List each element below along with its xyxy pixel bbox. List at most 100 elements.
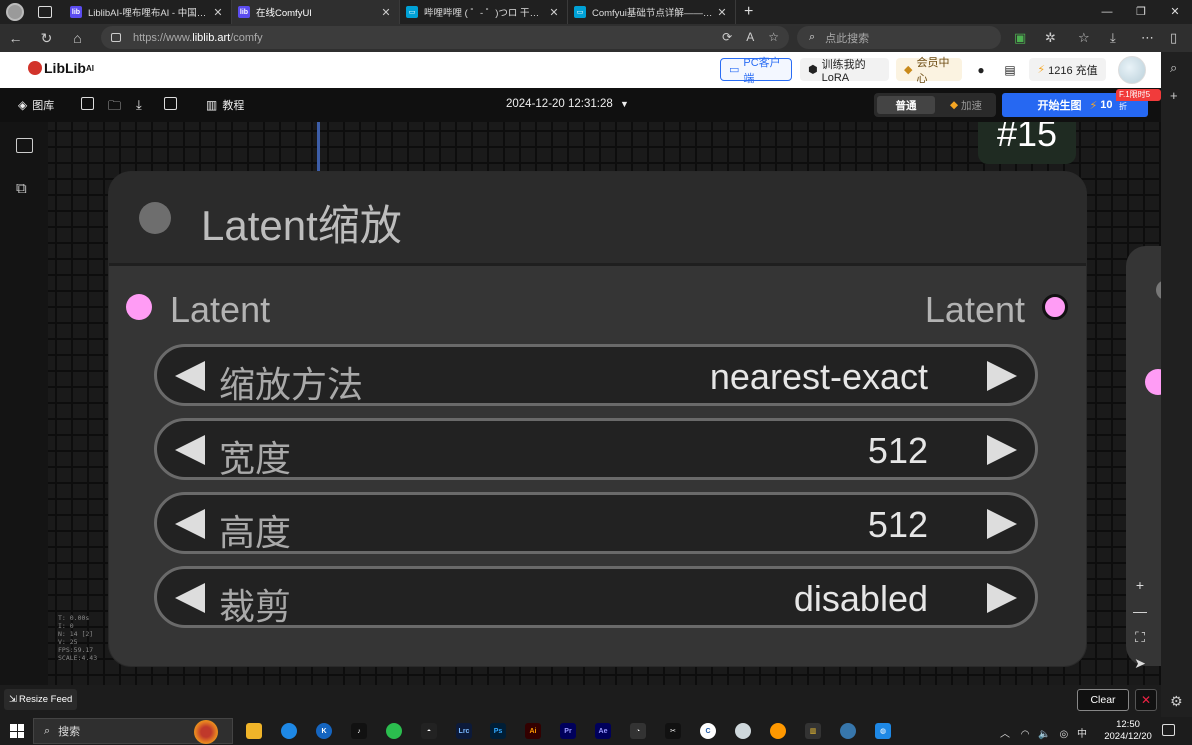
output-slot-dot[interactable] [1042,294,1068,320]
arrow-right-icon[interactable] [987,361,1017,391]
widget-height[interactable]: 高度 512 [154,492,1038,554]
browser-tab[interactable]: lib LiblibAI-哩布哩布AI - 中国领先的 ✕ [64,0,232,24]
export-button[interactable]: ⤓ [136,97,142,113]
collapse-dot-icon[interactable] [1156,280,1161,300]
restore-icon[interactable]: ❐ [1124,0,1158,24]
resize-feed-button[interactable]: ⇲ Resize Feed [4,689,78,710]
arrow-right-icon[interactable] [987,583,1017,613]
close-window-icon[interactable]: ✕ [1158,0,1192,24]
liblib-logo[interactable]: LibLib AI [28,60,94,76]
node-header[interactable]: Latent缩放 [109,172,1086,266]
python-icon[interactable] [840,723,856,739]
close-tab-icon[interactable]: ✕ [715,6,729,19]
tutorial-button[interactable]: ▥ 教程 [206,97,244,113]
arrow-right-icon[interactable] [987,509,1017,539]
qq-icon[interactable]: ◓ [421,723,437,739]
favorite-star-icon[interactable]: ☆ [768,30,779,44]
url-field[interactable]: https://www. liblib.art/comfy ⟳ A ☆ [101,26,789,49]
browser-tab-active[interactable]: lib 在线ComfyUI ✕ [232,0,400,24]
search-app-icon[interactable] [770,723,786,739]
read-aloud-icon[interactable]: A [746,30,754,44]
user-avatar[interactable] [1118,56,1146,84]
search-icon[interactable]: ⌕ [1170,60,1177,76]
favorites-icon[interactable]: ☆ [1078,30,1090,46]
collapse-dot-icon[interactable] [139,202,171,234]
node-canvas[interactable]: #15 Latent缩放 Latent Latent 缩放方法 nearest-… [48,122,1161,685]
close-tab-icon[interactable]: ✕ [379,6,393,19]
document-icon[interactable] [16,138,33,153]
message-icon[interactable]: ● [970,58,992,81]
illustrator-icon[interactable]: Ai [525,723,541,739]
extensions-puzzle-icon[interactable]: ✲ [1045,30,1056,46]
profile-avatar[interactable] [6,3,24,21]
latent-upscale-node[interactable]: Latent缩放 Latent Latent 缩放方法 nearest-exac… [109,172,1086,666]
widget-width[interactable]: 宽度 512 [154,418,1038,480]
ime-indicator[interactable]: 中 [1077,729,1087,740]
lightroom-icon[interactable]: Lrc [456,723,472,739]
widget-crop[interactable]: 裁剪 disabled [154,566,1038,628]
tiktok-icon[interactable]: ♪ [351,723,367,739]
pc-client-button[interactable]: ▭ PC客户端 [720,57,792,85]
sidebar-toggle-icon[interactable]: ▯ [1170,30,1177,46]
close-icon[interactable]: ✕ [1135,689,1157,711]
extension-icon[interactable]: ▣ [1014,30,1026,46]
file-explorer-icon[interactable] [246,723,262,739]
arrow-left-icon[interactable] [175,435,205,465]
cloud-app-icon[interactable] [735,723,751,739]
gear-icon[interactable]: ⚙ [1170,693,1183,710]
minimize-icon[interactable]: — [1090,0,1124,24]
input-slot-dot[interactable] [1145,369,1161,395]
system-clock[interactable]: 12:50 2024/12/20 [1102,719,1154,743]
credits-recharge-button[interactable]: ⚡ 1216 充值 [1029,58,1106,81]
zoom-out-icon[interactable]: — [1126,598,1154,624]
arrow-left-icon[interactable] [175,361,205,391]
browser-tab[interactable]: ▭ Comfyui基础节点详解——Latent ✕ [568,0,736,24]
more-menu-icon[interactable]: ⋯ [1141,30,1154,46]
folder-icon[interactable]: ▤ [999,58,1021,81]
new-tab-icon[interactable]: + [744,3,753,21]
notification-icon[interactable] [1162,724,1175,736]
tab-actions-icon[interactable] [38,6,52,18]
workflow-datetime-dropdown[interactable]: 2024-12-20 12:31:28 ▼ [506,98,629,110]
chevron-up-icon[interactable]: ︿ [1000,729,1010,740]
wifi-icon[interactable]: ◎ [1060,729,1069,740]
close-tab-icon[interactable]: ✕ [547,6,561,19]
fit-view-icon[interactable]: ⛶ [1126,624,1154,650]
member-center-button[interactable]: ◆ 会员中心 [896,57,962,85]
windows-start-icon[interactable] [10,724,24,738]
open-folder-button[interactable]: 🗀 [108,97,121,119]
premiere-icon[interactable]: Pr [560,723,576,739]
home-icon[interactable]: ⌂ [62,30,93,46]
back-icon[interactable]: ← [0,30,31,46]
save-button[interactable] [164,97,182,110]
network-icon[interactable]: ◠ [1021,729,1030,740]
new-file-button[interactable] [81,97,99,110]
browser-tab[interactable]: ▭ 哔哩哔哩 ( ゜- ゜)つロ 干杯~-bilib ✕ [400,0,568,24]
add-icon[interactable]: + [1170,88,1178,103]
blue-app-icon[interactable]: ◍ [875,723,891,739]
mode-normal-tab[interactable]: 普通 [877,96,935,114]
c4d-icon[interactable]: C [700,723,716,739]
site-icon[interactable]: ⟳ [722,30,732,44]
arrow-left-icon[interactable] [175,583,205,613]
volume-icon[interactable]: 🔈 [1038,729,1050,740]
davinci-icon[interactable]: ◔ [630,723,646,739]
mode-fast-tab[interactable]: ◆ 加速 [938,96,994,114]
k-app-icon[interactable]: K [316,723,332,739]
after-effects-icon[interactable]: Ae [595,723,611,739]
gallery-button[interactable]: ◈ 图库 [18,97,54,113]
refresh-icon[interactable]: ↻ [31,30,62,47]
wechat-icon[interactable] [386,723,402,739]
photoshop-icon[interactable]: Ps [490,723,506,739]
clear-button[interactable]: Clear [1077,689,1129,711]
node-tree-icon[interactable]: ⧉ [16,180,27,197]
close-tab-icon[interactable]: ✕ [211,6,225,19]
capcut-icon[interactable]: ✂ [665,723,681,739]
download-icon[interactable]: ⤓ [1110,30,1116,46]
zoom-in-icon[interactable]: + [1126,572,1154,598]
search-input[interactable]: ⌕ 点此搜索 [797,26,1001,49]
locate-icon[interactable]: ➤ [1126,650,1154,676]
widget-upscale-method[interactable]: 缩放方法 nearest-exact [154,344,1038,406]
arrow-right-icon[interactable] [987,435,1017,465]
train-lora-button[interactable]: ⬢ 训练我的LoRA [800,58,889,84]
